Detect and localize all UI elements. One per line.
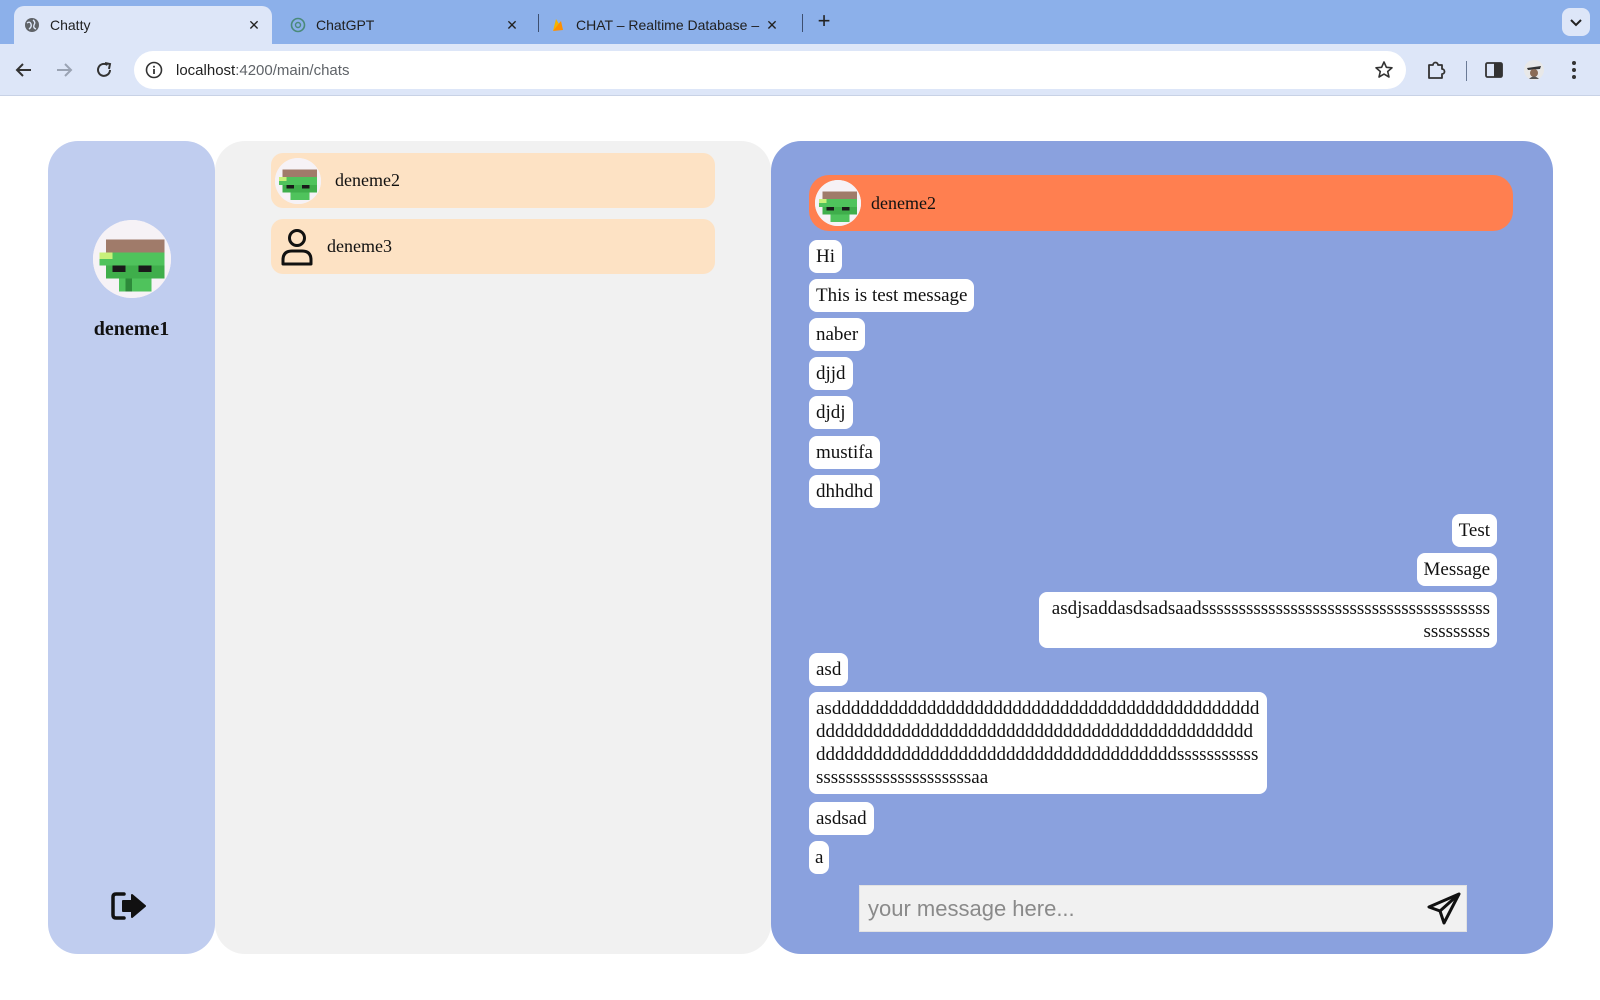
reload-icon — [97, 62, 112, 77]
message-bubble-own: Message — [1416, 553, 1497, 586]
chat-list-panel: deneme2 deneme3 — [215, 141, 771, 954]
profile-avatar-icon — [1524, 60, 1544, 80]
tab-separator — [802, 14, 803, 32]
new-tab-button[interactable]: + — [812, 10, 836, 34]
bookmark-star-icon[interactable] — [1374, 60, 1394, 80]
tab-title: ChatGPT — [316, 17, 375, 33]
chat-list-item-name: deneme2 — [335, 170, 400, 190]
tab-chatty[interactable]: Chatty ✕ — [14, 6, 272, 44]
conversation-panel: deneme2 Hi This is test message naber dj… — [771, 141, 1553, 954]
profile-sidebar: deneme1 — [48, 141, 215, 954]
browser-tab-bar: Chatty ✕ ChatGPT ✕ CHAT – Realtime Datab… — [0, 0, 1600, 44]
logout-button[interactable] — [110, 888, 150, 924]
person-icon — [281, 228, 313, 265]
puzzle-icon — [1428, 61, 1446, 79]
tab-chatgpt[interactable]: ChatGPT ✕ — [280, 6, 530, 44]
message-list: Hi This is test message naber djjd djdj … — [809, 240, 1505, 880]
site-info-icon[interactable] — [144, 60, 164, 80]
address-bar[interactable]: localhost:4200/main/chats — [134, 51, 1406, 89]
message-bubble: asd — [809, 653, 849, 686]
forward-button[interactable] — [52, 58, 76, 82]
arrow-right-icon — [57, 63, 73, 77]
logout-icon — [111, 892, 146, 920]
arrow-left-icon — [15, 63, 31, 77]
conversation-contact-name: deneme2 — [871, 192, 936, 213]
send-button[interactable] — [1426, 892, 1462, 926]
profile-avatar[interactable] — [93, 220, 171, 298]
url-text: localhost:4200/main/chats — [176, 62, 349, 79]
firebase-logo-icon — [550, 17, 566, 33]
message-bubble: mustifa — [809, 436, 880, 469]
chat-list-item-name: deneme3 — [327, 236, 392, 256]
message-bubble: a — [809, 841, 830, 874]
close-tab-icon[interactable]: ✕ — [244, 17, 264, 34]
chat-list-item-deneme3[interactable]: deneme3 — [271, 219, 715, 274]
profile-button[interactable] — [1522, 58, 1546, 82]
chatgpt-logo-icon — [290, 17, 306, 33]
contact-avatar — [815, 180, 861, 226]
message-input[interactable] — [860, 886, 1410, 931]
globe-icon — [24, 17, 40, 33]
message-bubble: asdsad — [809, 802, 874, 835]
url-host: localhost — [176, 61, 236, 79]
side-panel-icon — [1485, 62, 1503, 78]
message-bubble: djjd — [809, 357, 853, 390]
profile-name: deneme1 — [93, 318, 170, 340]
message-bubble: naber — [809, 318, 866, 351]
toolbar-divider — [1466, 61, 1467, 81]
message-bubble: asdddddddddddddddddddddddddddddddddddddd… — [809, 692, 1267, 794]
browser-toolbar: localhost:4200/main/chats — [0, 44, 1600, 96]
send-icon — [1427, 892, 1461, 925]
message-bubble: Hi — [809, 240, 842, 273]
message-bubble-own: asdjsaddasdsadsaadssssssssssssssssssssss… — [1039, 592, 1497, 648]
chat-list-item-deneme2[interactable]: deneme2 — [271, 153, 715, 208]
url-path: :4200/main/chats — [235, 61, 350, 79]
message-bubble: This is test message — [809, 279, 975, 312]
more-vertical-icon — [1572, 61, 1576, 79]
contact-avatar — [275, 157, 321, 204]
message-bubble: djdj — [809, 396, 853, 429]
tab-separator — [538, 14, 539, 32]
reload-button[interactable] — [92, 58, 116, 82]
tab-search-button[interactable] — [1562, 8, 1590, 36]
message-bubble: dhhdhd — [809, 475, 880, 508]
browser-menu-button[interactable] — [1562, 58, 1586, 82]
back-button[interactable] — [12, 58, 36, 82]
side-panel-button[interactable] — [1482, 58, 1506, 82]
close-tab-icon[interactable]: ✕ — [502, 17, 522, 34]
tab-title: Chatty — [50, 17, 91, 33]
tab-title: CHAT – Realtime Database – — [576, 17, 760, 33]
tab-firebase[interactable]: CHAT – Realtime Database – ✕ — [540, 6, 790, 44]
message-composer — [859, 885, 1467, 932]
chevron-down-icon — [1570, 19, 1582, 27]
extensions-button[interactable] — [1424, 58, 1448, 82]
conversation-header: deneme2 — [809, 175, 1513, 231]
close-tab-icon[interactable]: ✕ — [762, 17, 782, 34]
message-bubble-own: Test — [1451, 514, 1497, 547]
